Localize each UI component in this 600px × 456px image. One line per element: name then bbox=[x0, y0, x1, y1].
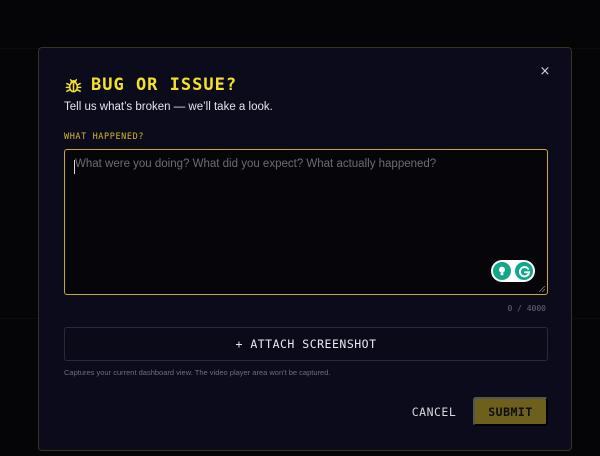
character-counter: 0 / 4000 bbox=[507, 304, 546, 313]
attach-hint: Captures your current dashboard view. Th… bbox=[64, 368, 331, 377]
submit-button[interactable]: SUBMIT bbox=[473, 397, 548, 426]
description-field-container bbox=[64, 149, 548, 295]
attach-screenshot-button[interactable]: + ATTACH SCREENSHOT bbox=[64, 327, 548, 361]
field-label: WHAT HAPPENED? bbox=[64, 132, 145, 142]
cancel-button[interactable]: CANCEL bbox=[404, 398, 464, 426]
close-icon[interactable]: × bbox=[537, 64, 553, 80]
dialog-header: BUG OR ISSUE? bbox=[64, 75, 237, 95]
bug-report-dialog: × BUG OR ISSUE? Tell us what’s broken — … bbox=[38, 47, 572, 451]
resize-grip-icon[interactable] bbox=[539, 286, 545, 292]
lightbulb-icon[interactable] bbox=[493, 262, 511, 280]
dialog-title: BUG OR ISSUE? bbox=[91, 75, 238, 95]
bug-icon bbox=[65, 78, 82, 92]
description-textarea[interactable] bbox=[65, 150, 547, 294]
dialog-subtitle: Tell us what’s broken — we’ll take a loo… bbox=[64, 101, 273, 113]
grammarly-g-icon[interactable] bbox=[515, 262, 533, 280]
text-caret bbox=[74, 160, 75, 174]
grammarly-widget[interactable] bbox=[491, 260, 535, 282]
